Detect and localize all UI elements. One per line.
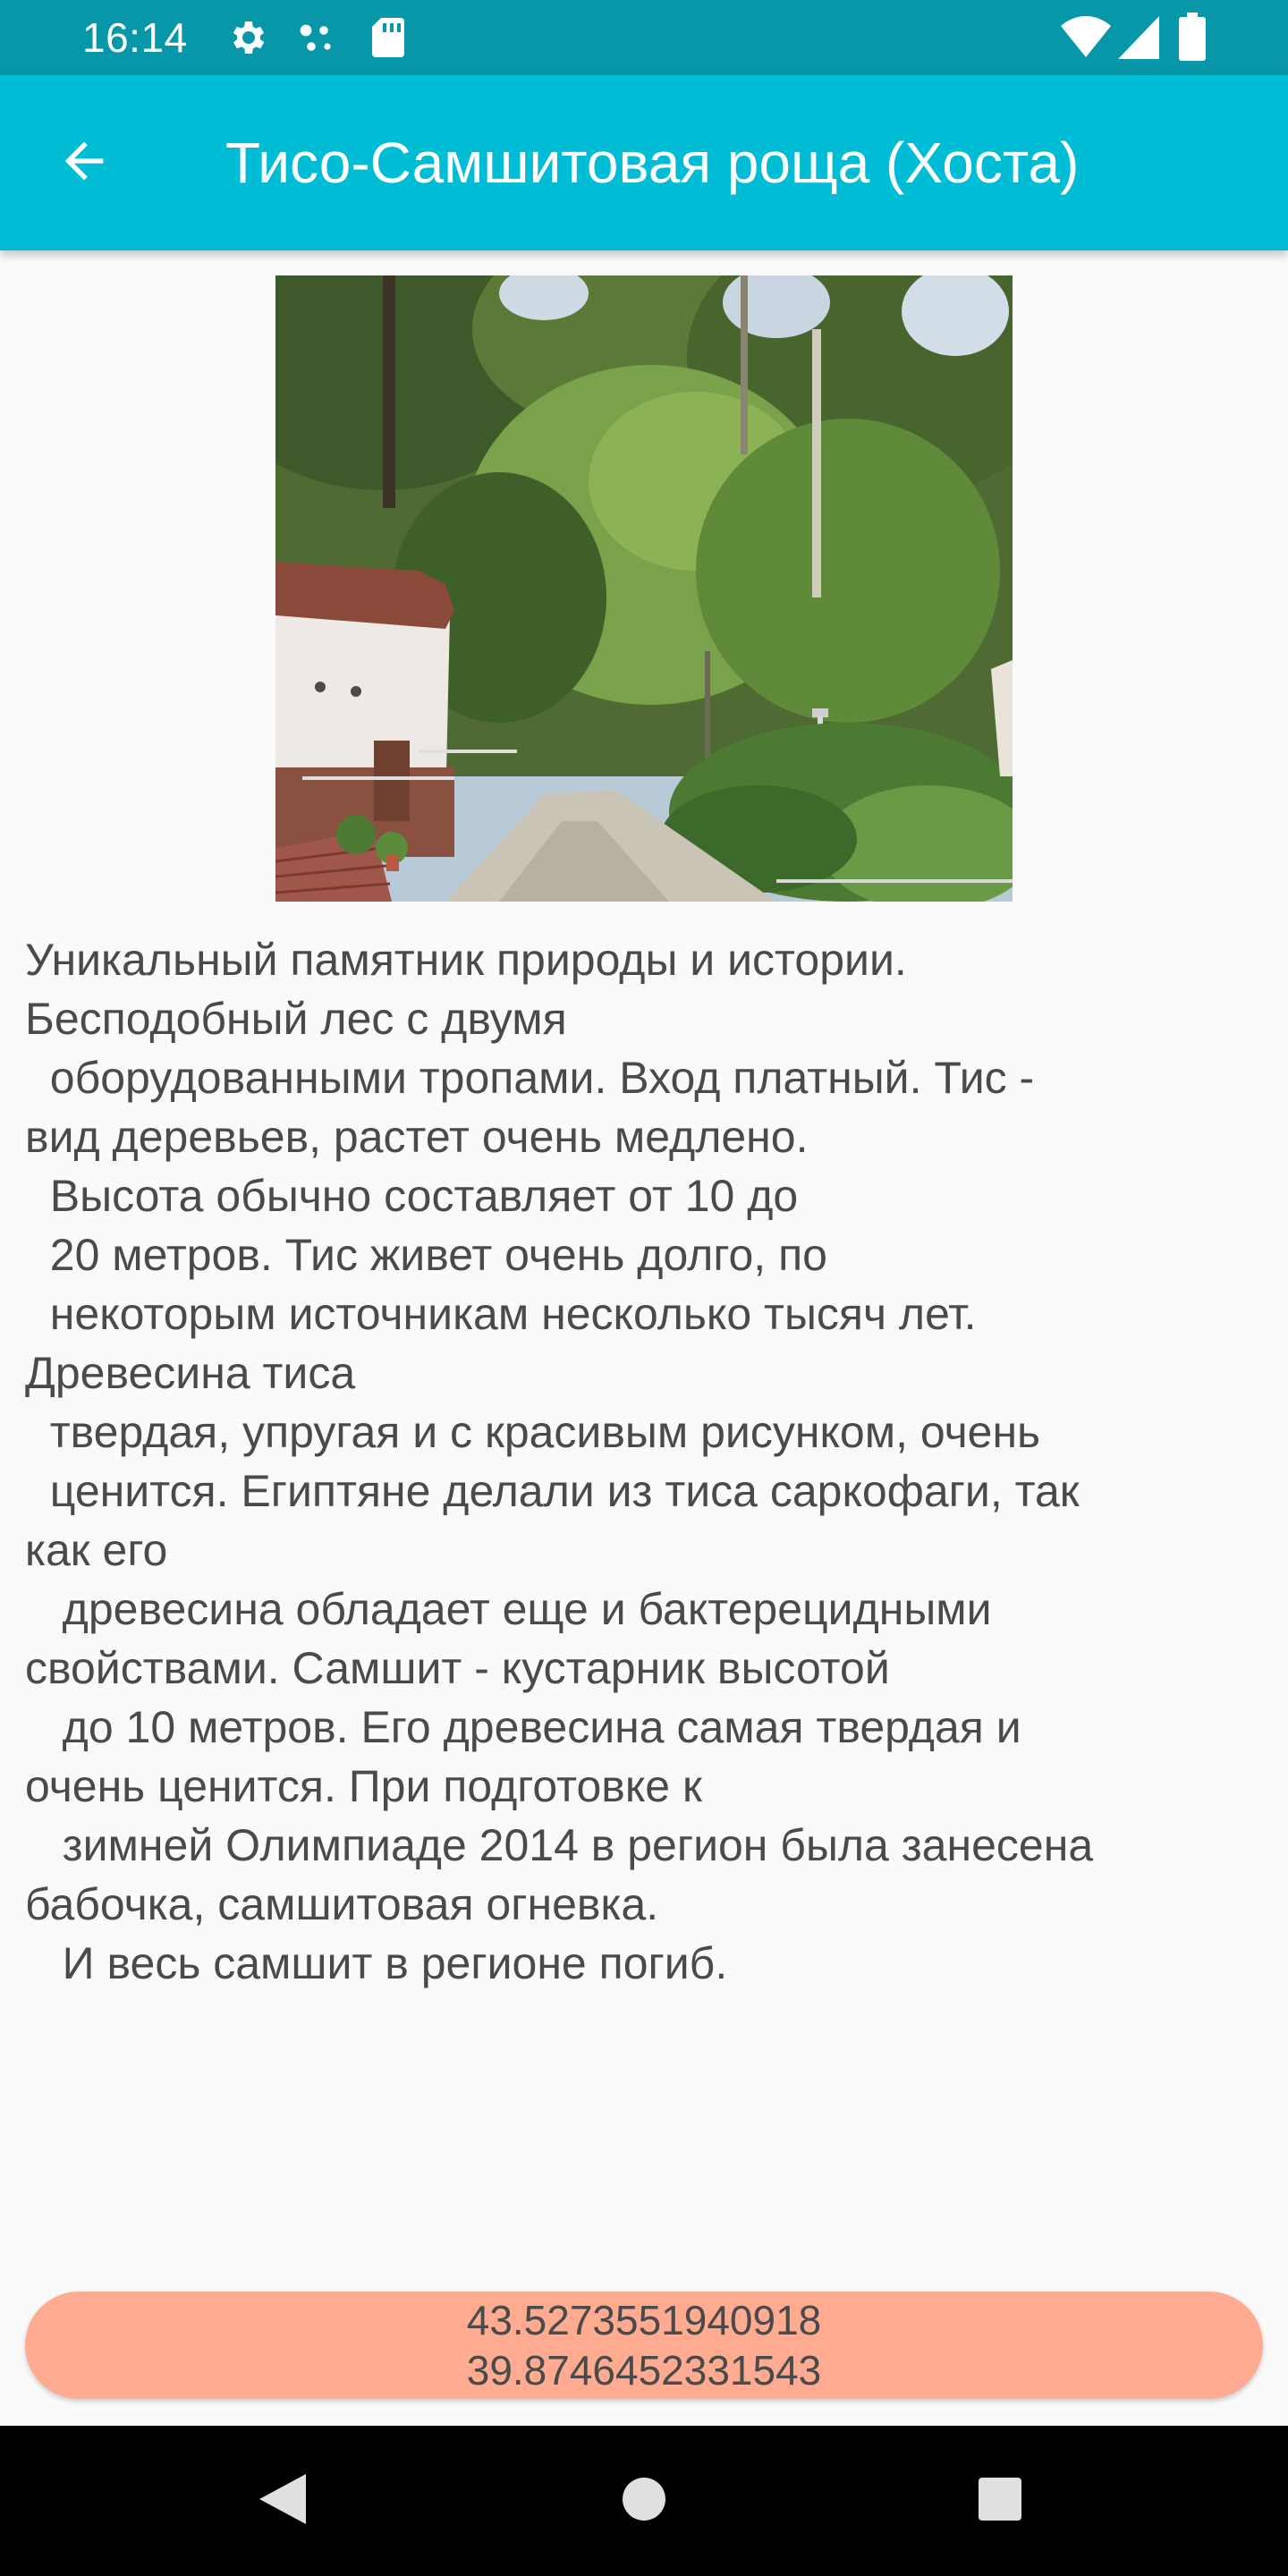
navigation-bar [0,2426,1288,2576]
arrow-back-icon [55,132,113,194]
dots-icon [295,16,338,64]
page-title: Тисо-Самшитовая роща (Хоста) [225,131,1080,195]
coordinates-button[interactable]: 43.5273551940918 39.8746452331543 [25,2292,1263,2399]
description-text: Уникальный памятник природы и истории. Б… [25,935,1094,1988]
nav-recents-icon [977,2476,1023,2527]
battery-icon [1179,13,1206,65]
longitude-value: 39.8746452331543 [466,2347,822,2394]
sd-card-icon [369,16,408,64]
status-bar: 16:14 [0,0,1288,75]
nav-back-button[interactable] [238,2456,327,2546]
screen: 16:14 Тисо-Самшитовая роща (Хоста) Уника… [0,0,1288,2576]
nav-back-icon [258,2472,308,2530]
park-photo [275,275,1013,902]
gear-icon [227,16,270,64]
wifi-icon [1061,14,1111,64]
latitude-value: 43.5273551940918 [466,2297,822,2343]
back-button[interactable] [38,116,131,209]
status-time: 16:14 [82,14,188,61]
nav-recents-button[interactable] [955,2456,1045,2546]
nav-home-icon [621,2476,667,2527]
app-bar: Тисо-Самшитовая роща (Хоста) [0,75,1288,250]
nav-home-button[interactable] [599,2456,689,2546]
signal-icon [1118,16,1159,64]
